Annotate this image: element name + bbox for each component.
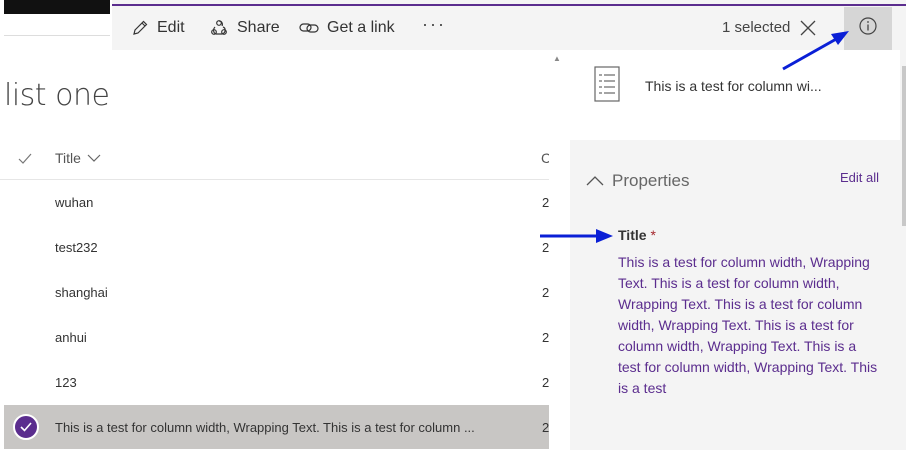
accent-line	[112, 4, 906, 6]
list-row-selected[interactable]: This is a test for column width, Wrappin…	[4, 405, 549, 449]
list-header: Title C	[0, 140, 551, 180]
list-scrollbar[interactable]	[549, 50, 570, 450]
details-scrollbar[interactable]	[902, 66, 906, 226]
pencil-icon	[131, 19, 149, 37]
list-row[interactable]: 123 2	[4, 360, 549, 404]
title-field-value[interactable]: This is a test for column width, Wrappin…	[618, 252, 878, 399]
app-thumbnail-area	[0, 0, 112, 50]
info-pane-button[interactable]	[844, 7, 892, 50]
required-marker: *	[650, 227, 656, 243]
close-icon	[799, 20, 817, 41]
list-row[interactable]: wuhan 2	[4, 180, 549, 224]
thumbnail-image	[4, 0, 110, 14]
share-icon	[209, 19, 229, 37]
more-options-button[interactable]: ···	[422, 14, 446, 35]
chevron-down-icon	[87, 150, 101, 166]
details-file-name: This is a test for column wi...	[645, 78, 822, 94]
thumbnail-strip	[4, 14, 110, 36]
properties-label: Properties	[612, 171, 690, 190]
clear-selection-button[interactable]	[799, 19, 817, 37]
edit-label: Edit	[157, 19, 185, 36]
edit-all-link[interactable]: Edit all	[840, 170, 879, 185]
share-label: Share	[237, 19, 280, 36]
scroll-up-arrow-icon[interactable]: ▲	[553, 54, 561, 63]
share-button[interactable]: Share	[209, 16, 280, 40]
properties-section-toggle[interactable]: Properties	[586, 171, 689, 191]
column-header-title[interactable]: Title	[55, 150, 101, 166]
document-icon	[593, 66, 623, 107]
get-link-button[interactable]: Get a link	[299, 16, 395, 40]
info-icon	[858, 16, 878, 41]
select-all-checkmark-icon[interactable]	[18, 152, 32, 170]
row-title: wuhan	[55, 195, 94, 210]
get-link-label: Get a link	[327, 19, 395, 36]
link-icon	[299, 21, 319, 35]
selection-count: 1 selected	[722, 19, 791, 36]
row-title: shanghai	[55, 285, 108, 300]
list-row[interactable]: anhui 2	[4, 315, 549, 359]
title-field-label-text: Title	[618, 227, 647, 243]
list-title: list one	[4, 78, 110, 113]
row-title: anhui	[55, 330, 87, 345]
list-row[interactable]: shanghai 2	[4, 270, 549, 314]
edit-button[interactable]: Edit	[131, 16, 185, 40]
title-field-label: Title *	[618, 227, 656, 243]
list-row[interactable]: test232 2	[4, 225, 549, 269]
row-title: test232	[55, 240, 98, 255]
chevron-up-icon	[586, 171, 604, 191]
column-header-title-label: Title	[55, 150, 81, 166]
selected-checkmark-icon[interactable]	[13, 414, 39, 440]
row-title: 123	[55, 375, 77, 390]
row-title: This is a test for column width, Wrappin…	[55, 420, 475, 435]
